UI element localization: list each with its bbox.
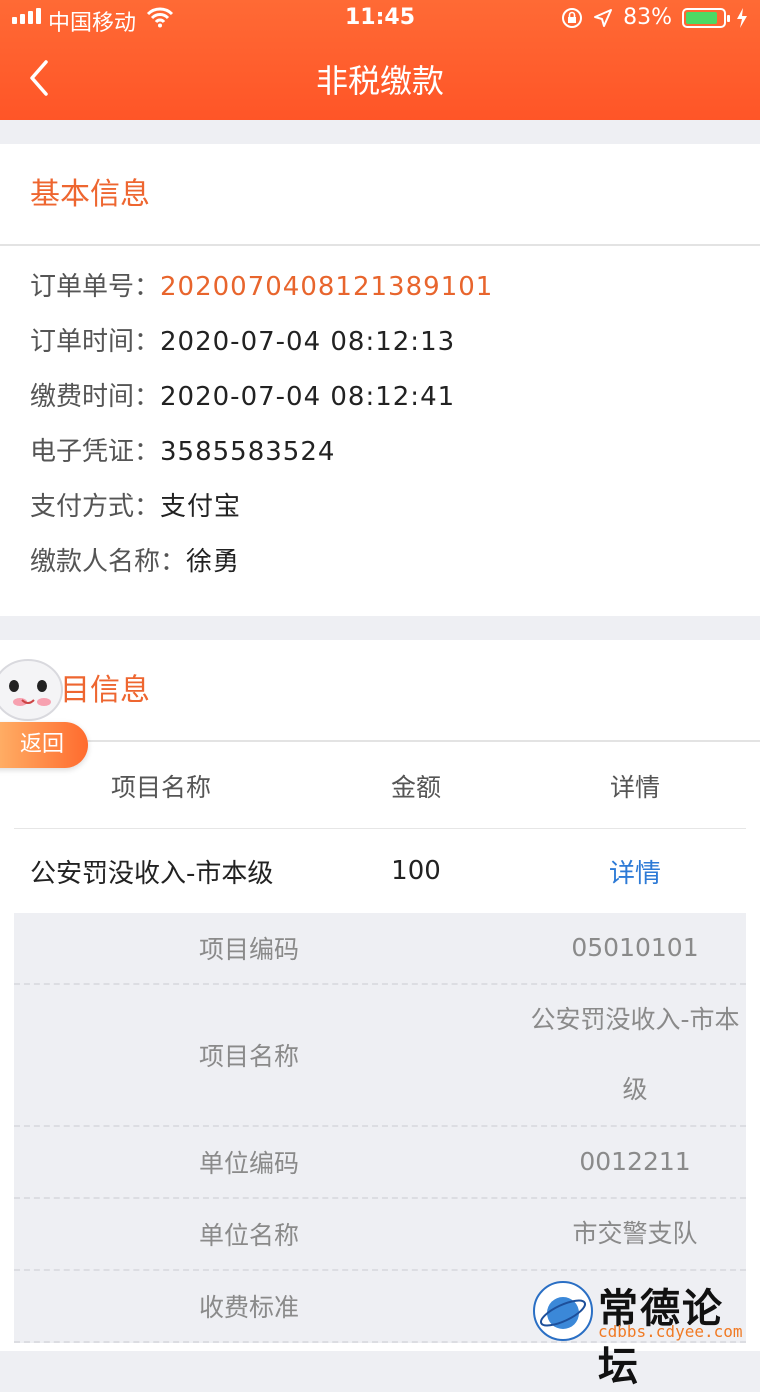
payment-method-row: 支付方式： 支付宝: [0, 480, 760, 535]
header-detail: 详情: [609, 773, 660, 802]
watermark: 常德论坛 cdbbs.cdyee.com: [532, 1278, 756, 1390]
row-label: 订单时间：: [30, 327, 161, 357]
detail-label: 项目编码: [198, 935, 299, 964]
header-name: 项目名称: [110, 773, 211, 802]
detail-label: 收费标准: [198, 1293, 299, 1322]
detail-value: 0012211: [579, 1147, 691, 1176]
battery-percent: 83%: [623, 5, 672, 30]
project-amount: 100: [391, 856, 441, 886]
detail-row: 项目编码 05010101: [14, 913, 746, 985]
payment-method: 支付宝: [160, 492, 242, 522]
project-name: 公安罚没收入-市本级: [30, 858, 274, 889]
project-table: 项目名称 金额 详情 公安罚没收入-市本级 100 详情 项目编码 050101…: [14, 744, 746, 1343]
project-info-title: 项目信息: [0, 640, 760, 742]
watermark-url: cdbbs.cdyee.com: [598, 1322, 743, 1341]
table-header: 项目名称 金额 详情: [14, 744, 746, 829]
detail-label: 单位编码: [198, 1149, 299, 1178]
detail-value: 公安罚没收入-市本级: [530, 1005, 740, 1104]
location-icon: [594, 8, 613, 27]
voucher-number: 3585583524: [160, 437, 336, 467]
page-title: 非税缴款: [315, 62, 444, 100]
detail-label: 项目名称: [198, 1042, 299, 1071]
battery-icon: [682, 7, 730, 28]
top-bar: 中国移动 11:45 83% 非税缴款: [0, 0, 760, 120]
detail-row: 单位名称 市交警支队: [14, 1199, 746, 1271]
project-info-card: 项目信息 项目名称 金额 详情 公安罚没收入-市本级 100 详情 项目编码 0…: [0, 640, 760, 1351]
detail-row: 单位编码 0012211: [14, 1127, 746, 1199]
detail-row: 项目名称 公安罚没收入-市本级: [14, 985, 746, 1127]
detail-link[interactable]: 详情: [524, 853, 746, 890]
order-time: 2020-07-04 08:12:13: [160, 327, 456, 357]
detail-value: 市交警支队: [572, 1219, 698, 1248]
detail-label: 单位名称: [198, 1221, 299, 1250]
row-label: 缴费时间：: [30, 382, 161, 412]
payment-time: 2020-07-04 08:12:41: [160, 382, 456, 412]
detail-value: 05010101: [571, 933, 699, 962]
watermark-logo-icon: [533, 1281, 593, 1341]
order-number-row: 订单单号： 20200704081213891​01: [0, 260, 760, 315]
row-label: 支付方式：: [30, 492, 161, 522]
payment-time-row: 缴费时间： 2020-07-04 08:12:41: [0, 370, 760, 425]
float-back-button[interactable]: 返回: [0, 722, 88, 768]
header-amount: 金额: [390, 773, 441, 802]
order-time-row: 订单时间： 2020-07-04 08:12:13: [0, 315, 760, 370]
payer-name: 徐勇: [186, 547, 241, 577]
table-row: 公安罚没收入-市本级 100 详情: [14, 829, 746, 913]
voucher-row: 电子凭证： 3585583524: [0, 425, 760, 480]
basic-info-card: 基本信息 订单单号： 20200704081213891​01 订单时间： 20…: [0, 144, 760, 616]
status-bar: 中国移动 11:45 83%: [0, 0, 760, 38]
payer-name-row: 缴款人名称： 徐勇: [0, 535, 760, 590]
rotation-lock-icon: [562, 7, 583, 28]
mascot-icon[interactable]: [0, 652, 78, 728]
order-number: 20200704081213891​01: [160, 272, 494, 302]
basic-info-title: 基本信息: [0, 144, 760, 246]
row-label: 缴款人名称：: [30, 547, 187, 577]
row-label: 订单单号：: [30, 272, 161, 302]
charging-icon: [737, 7, 747, 28]
row-label: 电子凭证：: [30, 437, 161, 467]
